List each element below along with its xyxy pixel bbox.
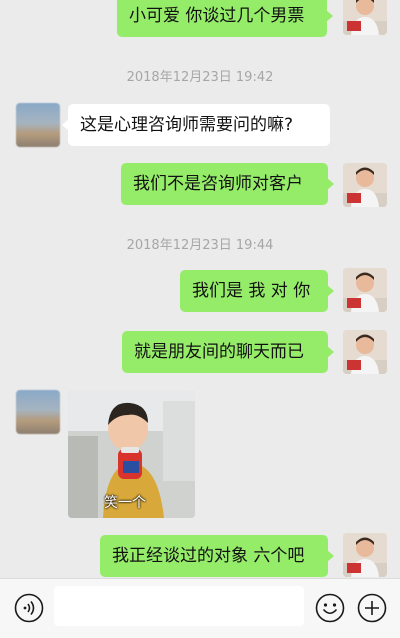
avatar-image xyxy=(343,0,387,35)
message-bubble[interactable]: 我们是 我 对 你 xyxy=(180,270,334,312)
message-row-sent: 我们是 我 对 你 xyxy=(0,266,400,316)
avatar[interactable] xyxy=(16,103,60,147)
message-bubble[interactable]: 这是心理咨询师需要问的嘛? xyxy=(62,104,330,146)
voice-button[interactable] xyxy=(13,592,45,624)
timestamp: 2018年12月23日 19:42 xyxy=(126,70,274,85)
message-row-sent: 小可爱 你谈过几个男票 xyxy=(0,0,400,41)
chat-area[interactable]: 小可爱 你谈过几个男票 2018年12月23日 19:42 这是心理咨询师需要问… xyxy=(0,0,400,578)
timestamp: 2018年12月23日 19:44 xyxy=(126,238,274,253)
voice-icon xyxy=(14,593,44,623)
emoji-button[interactable] xyxy=(314,592,346,624)
plus-icon xyxy=(357,593,387,623)
add-button[interactable] xyxy=(356,592,388,624)
avatar[interactable] xyxy=(16,390,60,434)
emoji-icon xyxy=(315,593,345,623)
message-row-sent: 就是朋友间的聊天而已 xyxy=(0,328,400,378)
avatar[interactable] xyxy=(343,163,387,207)
avatar[interactable] xyxy=(343,0,387,35)
message-row-sent: 我正经谈过的对象 六个吧 xyxy=(0,532,400,578)
sticker-image[interactable]: 笑一个 xyxy=(68,391,195,518)
avatar-image xyxy=(343,533,387,577)
avatar[interactable] xyxy=(343,268,387,312)
message-bubble[interactable]: 就是朋友间的聊天而已 xyxy=(122,331,334,373)
input-bar xyxy=(0,578,400,638)
avatar-image xyxy=(343,268,387,312)
message-bubble[interactable]: 我正经谈过的对象 六个吧 xyxy=(100,535,334,577)
message-row-sent: 我们不是咨询师对客户 xyxy=(0,160,400,210)
message-input[interactable] xyxy=(54,586,304,626)
avatar-image xyxy=(343,330,387,374)
sticker-caption: 笑一个 xyxy=(104,495,146,511)
avatar-image xyxy=(343,163,387,207)
avatar[interactable] xyxy=(343,533,387,577)
message-row-received: 这是心理咨询师需要问的嘛? xyxy=(0,100,400,150)
avatar[interactable] xyxy=(343,330,387,374)
message-bubble[interactable]: 我们不是咨询师对客户 xyxy=(121,163,334,205)
message-row-received: 笑一个 xyxy=(0,388,400,523)
message-bubble[interactable]: 小可爱 你谈过几个男票 xyxy=(117,0,333,37)
